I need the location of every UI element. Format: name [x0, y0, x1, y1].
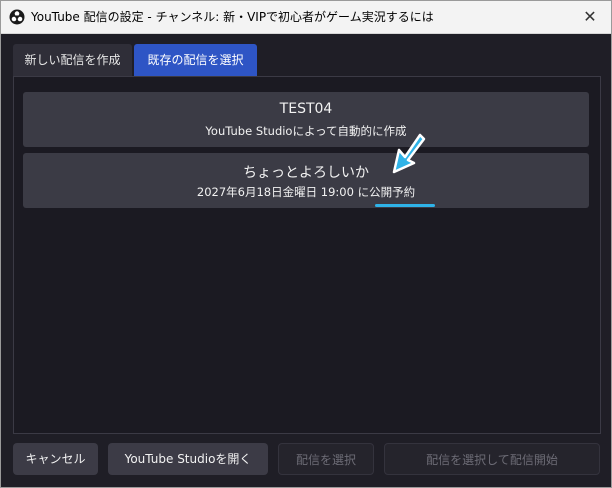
open-youtube-studio-button[interactable]: YouTube Studioを開く	[108, 443, 268, 475]
broadcast-list: TEST04 YouTube Studioによって自動的に作成 ちょっとよろしい…	[13, 76, 601, 434]
select-and-start-broadcast-button[interactable]: 配信を選択して配信開始	[384, 443, 600, 475]
tab-create-new-broadcast[interactable]: 新しい配信を作成	[13, 44, 132, 76]
cancel-button[interactable]: キャンセル	[13, 443, 98, 475]
title-bar: YouTube 配信の設定 - チャンネル: 新・VIPで初心者がゲーム実況する…	[1, 1, 611, 34]
select-broadcast-button[interactable]: 配信を選択	[278, 443, 374, 475]
window-title: YouTube 配信の設定 - チャンネル: 新・VIPで初心者がゲーム実況する…	[31, 10, 434, 24]
arrow-down-left-icon	[392, 133, 426, 174]
dialog-window: YouTube 配信の設定 - チャンネル: 新・VIPで初心者がゲーム実況する…	[0, 0, 612, 488]
obs-logo-icon	[9, 9, 25, 25]
broadcast-subtitle: 2027年6月18日金曜日 19:00 に公開予約	[196, 185, 416, 199]
broadcast-item[interactable]: TEST04 YouTube Studioによって自動的に作成	[23, 92, 589, 147]
tab-select-existing-broadcast[interactable]: 既存の配信を選択	[134, 44, 257, 76]
annotation-underline	[375, 204, 435, 207]
close-button[interactable]: ✕	[577, 5, 603, 29]
broadcast-subtitle: YouTube Studioによって自動的に作成	[205, 124, 407, 138]
broadcast-title: ちょっとよろしいか	[243, 165, 369, 181]
broadcast-item[interactable]: ちょっとよろしいか 2027年6月18日金曜日 19:00 に公開予約	[23, 153, 589, 208]
broadcast-title: TEST04	[279, 101, 333, 117]
